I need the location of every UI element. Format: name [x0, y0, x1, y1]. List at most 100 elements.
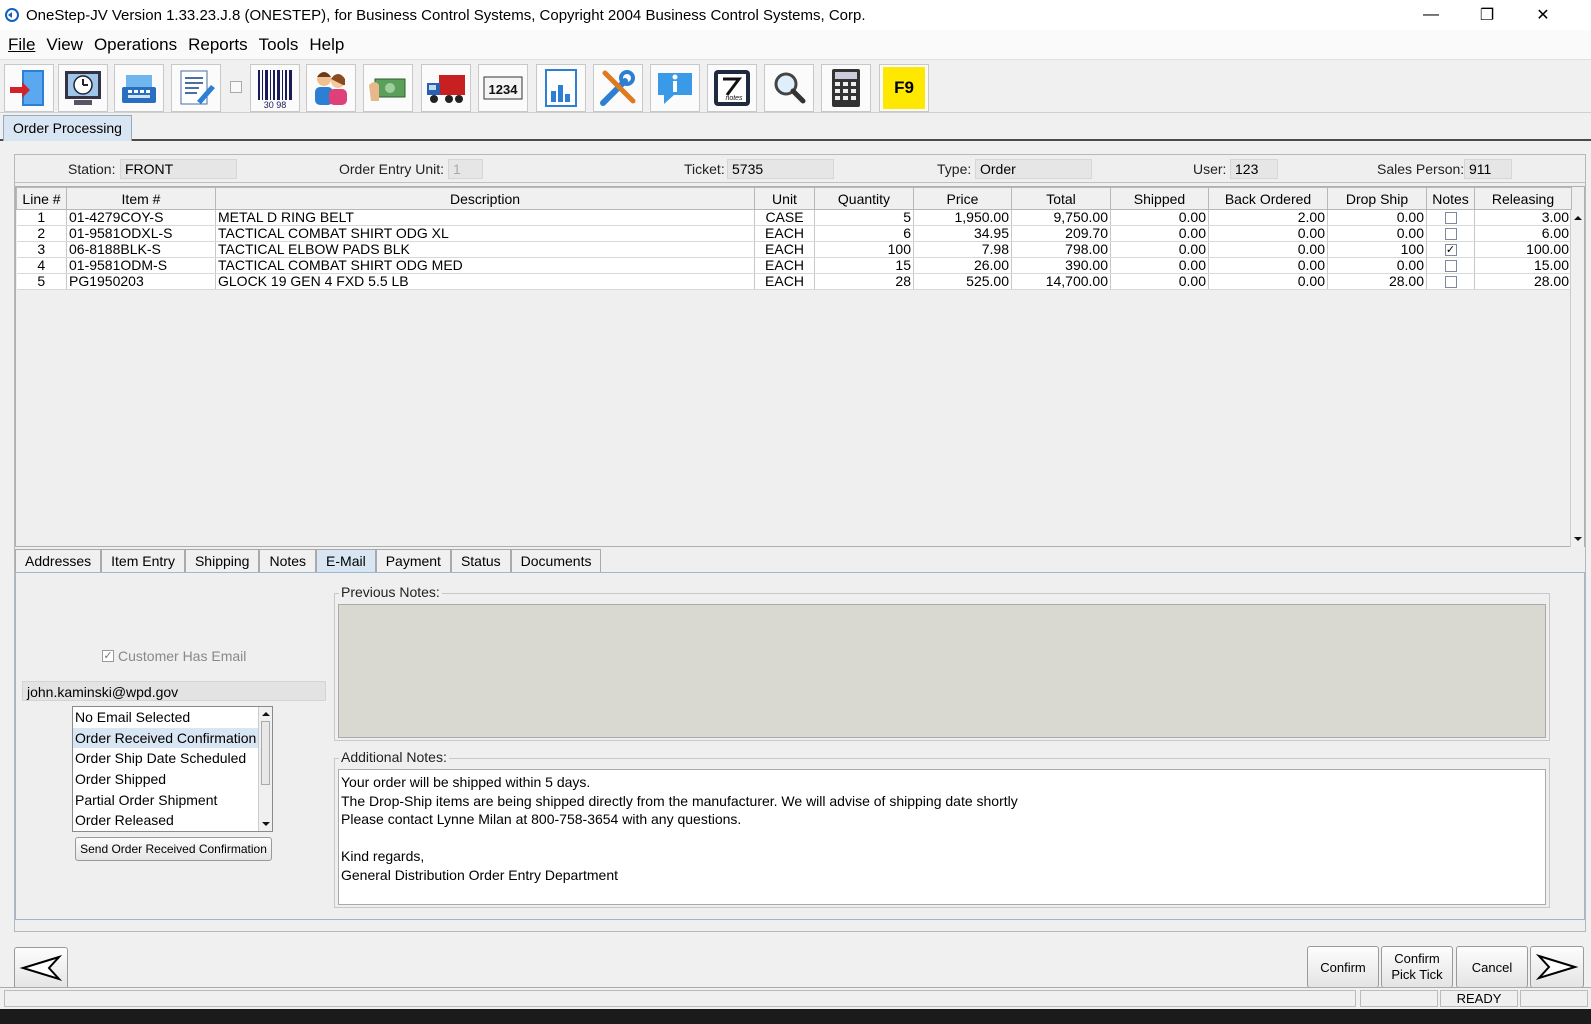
notes-cell[interactable]: ✓	[1426, 241, 1475, 258]
tools-button[interactable]	[593, 64, 643, 112]
table-cell[interactable]: 0.00	[1208, 273, 1328, 290]
shipping-button[interactable]	[421, 64, 471, 112]
menu-help[interactable]: Help	[309, 35, 344, 55]
station-field[interactable]: FRONT	[120, 159, 237, 179]
table-cell[interactable]: 5	[814, 209, 914, 226]
table-cell[interactable]: 100	[1327, 241, 1427, 258]
table-cell[interactable]: 0.00	[1110, 273, 1209, 290]
table-cell[interactable]: 6	[814, 225, 914, 242]
email-list-scroll-thumb[interactable]	[261, 721, 270, 785]
table-row[interactable]: 2 01-9581ODXL-S TACTICAL COMBAT SHIRT ODG …	[16, 225, 1572, 242]
table-cell[interactable]: METAL D RING BELT	[215, 209, 755, 226]
notes-cell[interactable]	[1426, 273, 1475, 290]
type-field[interactable]: Order	[975, 159, 1092, 179]
table-cell[interactable]: 0.00	[1327, 209, 1427, 226]
table-row[interactable]: 3 06-8188BLK-S TACTICAL ELBOW PADS BLK EACH…	[16, 241, 1572, 258]
table-cell[interactable]: 798.00	[1011, 241, 1111, 258]
previous-button[interactable]	[14, 947, 68, 989]
col-header-line[interactable]: Line #	[16, 187, 67, 210]
table-cell[interactable]: 0.00	[1208, 241, 1328, 258]
col-header-back-ordered[interactable]: Back Ordered	[1208, 187, 1328, 210]
payments-button[interactable]	[363, 64, 413, 112]
notes-button[interactable]: notes	[707, 64, 757, 112]
notes-cell[interactable]	[1426, 257, 1475, 274]
info-button[interactable]	[650, 64, 700, 112]
table-cell[interactable]: EACH	[754, 225, 815, 242]
table-cell[interactable]: 9,750.00	[1011, 209, 1111, 226]
tab-documents[interactable]: Documents	[510, 549, 602, 573]
customer-has-email-check[interactable]: ✓	[102, 650, 114, 662]
table-cell[interactable]: 14,700.00	[1011, 273, 1111, 290]
menu-file[interactable]: File	[8, 35, 35, 55]
minimize-button[interactable]: —	[1403, 0, 1459, 30]
next-button[interactable]	[1530, 946, 1584, 988]
exit-button[interactable]	[4, 64, 54, 112]
email-option[interactable]: Order Ship Date Scheduled	[73, 748, 258, 769]
reports-button[interactable]	[536, 64, 586, 112]
menu-view[interactable]: View	[46, 35, 83, 55]
table-cell[interactable]: 0.00	[1327, 257, 1427, 274]
restore-button[interactable]: ❐	[1459, 0, 1515, 30]
table-cell[interactable]: 3	[16, 241, 67, 258]
menu-operations[interactable]: Operations	[94, 35, 177, 55]
table-cell[interactable]: 5	[16, 273, 67, 290]
table-cell[interactable]: 01-9581ODXL-S	[66, 225, 216, 242]
menu-reports[interactable]: Reports	[188, 35, 248, 55]
tab-status[interactable]: Status	[450, 549, 511, 573]
col-header-total[interactable]: Total	[1011, 187, 1111, 210]
tab-notes[interactable]: Notes	[259, 549, 317, 573]
table-cell[interactable]: EACH	[754, 241, 815, 258]
notes-checkbox[interactable]	[1444, 260, 1457, 273]
table-cell[interactable]: 15.00	[1474, 257, 1572, 274]
sales-person-field[interactable]: 911	[1464, 159, 1512, 179]
notes-cell[interactable]	[1426, 209, 1475, 226]
table-cell[interactable]: 0.00	[1327, 225, 1427, 242]
edit-document-button[interactable]	[171, 64, 221, 112]
user-field[interactable]: 123	[1230, 159, 1278, 179]
barcode-button[interactable]: 30 98	[250, 64, 300, 112]
table-cell[interactable]: 4	[16, 257, 67, 274]
notes-checkbox[interactable]	[1444, 276, 1457, 289]
table-cell[interactable]: 01-4279COY-S	[66, 209, 216, 226]
tab-email[interactable]: E-Mail	[316, 549, 376, 573]
additional-notes-textarea[interactable]: Your order will be shipped within 5 days…	[338, 769, 1546, 905]
table-cell[interactable]: EACH	[754, 257, 815, 274]
notes-checkbox[interactable]	[1444, 228, 1457, 241]
notes-checkbox[interactable]: ✓	[1444, 244, 1457, 257]
table-cell[interactable]: TACTICAL COMBAT SHIRT ODG XL	[215, 225, 755, 242]
tab-order-processing[interactable]: Order Processing	[3, 115, 132, 141]
table-cell[interactable]: 28	[814, 273, 914, 290]
table-cell[interactable]: 0.00	[1208, 225, 1328, 242]
cancel-button[interactable]: Cancel	[1456, 946, 1528, 988]
table-cell[interactable]: 100.00	[1474, 241, 1572, 258]
col-header-quantity[interactable]: Quantity	[814, 187, 914, 210]
table-cell[interactable]: 0.00	[1110, 241, 1209, 258]
scroll-down-icon[interactable]	[1571, 533, 1585, 545]
notes-checkbox[interactable]	[1444, 212, 1457, 225]
table-cell[interactable]: 28.00	[1327, 273, 1427, 290]
table-cell[interactable]: 100	[814, 241, 914, 258]
send-email-button[interactable]: Send Order Received Confirmation	[75, 837, 272, 861]
scroll-up-icon[interactable]	[259, 708, 273, 720]
counter-button[interactable]: 1234	[478, 64, 528, 112]
menu-tools[interactable]: Tools	[259, 35, 299, 55]
email-option[interactable]: No Email Selected	[73, 707, 258, 728]
email-address-field[interactable]: john.kaminski@wpd.gov	[22, 681, 326, 701]
table-row[interactable]: 1 01-4279COY-S METAL D RING BELT CASE 5 1,950…	[16, 209, 1572, 226]
confirm-pick-tick-button[interactable]: Confirm Pick Tick	[1381, 946, 1453, 988]
tab-addresses[interactable]: Addresses	[15, 549, 102, 573]
table-cell[interactable]: TACTICAL ELBOW PADS BLK	[215, 241, 755, 258]
table-cell[interactable]: 0.00	[1110, 209, 1209, 226]
table-cell[interactable]: 01-9581ODM-S	[66, 257, 216, 274]
col-header-drop-ship[interactable]: Drop Ship	[1327, 187, 1427, 210]
table-cell[interactable]: 209.70	[1011, 225, 1111, 242]
table-cell[interactable]: 0.00	[1110, 257, 1209, 274]
ticket-field[interactable]: 5735	[727, 159, 834, 179]
table-cell[interactable]: 15	[814, 257, 914, 274]
close-button[interactable]: ✕	[1515, 0, 1571, 30]
table-cell[interactable]: TACTICAL COMBAT SHIRT ODG MED	[215, 257, 755, 274]
notes-cell[interactable]	[1426, 225, 1475, 242]
tab-shipping[interactable]: Shipping	[184, 549, 260, 573]
table-cell[interactable]: 7.98	[913, 241, 1012, 258]
tab-payment[interactable]: Payment	[375, 549, 451, 573]
